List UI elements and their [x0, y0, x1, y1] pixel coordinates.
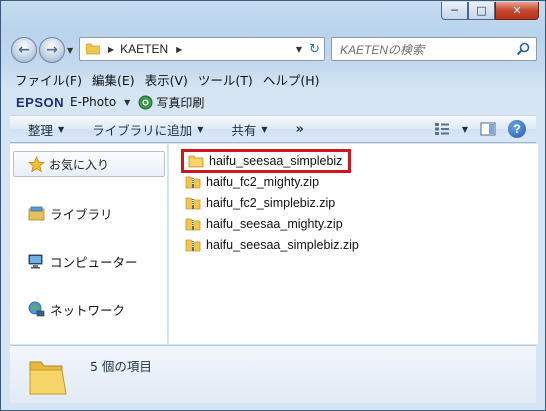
menu-tools[interactable]: ツール(T) [193, 70, 258, 89]
breadcrumb-separator-icon[interactable]: ▶ [176, 45, 182, 54]
file-name: haifu_fc2_simplebiz.zip [206, 196, 336, 210]
zip-folder-icon [185, 176, 201, 189]
computer-icon [28, 254, 43, 269]
folder-icon [29, 361, 67, 395]
zip-folder-icon [185, 197, 201, 210]
view-controls: ▼ ? [434, 120, 526, 138]
library-icon [28, 206, 45, 221]
maximize-button[interactable]: □ [468, 2, 495, 20]
epson-logo: EPSON [16, 94, 65, 110]
zip-folder-icon [185, 218, 201, 231]
help-icon[interactable]: ? [508, 120, 526, 138]
photo-print-icon[interactable] [138, 95, 153, 110]
search-input[interactable]: KAETENの検索 [331, 37, 537, 61]
nav-computer-label: コンピューター [50, 255, 138, 270]
star-icon [28, 155, 45, 172]
organize-label: 整理 [28, 122, 54, 138]
file-name: haifu_seesaa_simplebiz.zip [206, 238, 359, 252]
zip-folder-icon [185, 239, 201, 252]
menu-edit[interactable]: 編集(E) [87, 70, 140, 89]
change-view-icon[interactable] [434, 122, 450, 136]
chevron-down-icon: ▼ [261, 124, 268, 134]
details-pane: 5 個の項目 [10, 345, 536, 403]
chevron-down-icon: ▼ [197, 124, 204, 134]
ephoto-button[interactable]: E-Photo [70, 95, 116, 109]
add-to-library-label: ライブラリに追加 [92, 122, 193, 138]
menu-file[interactable]: ファイル(F) [10, 70, 87, 89]
chevron-down-icon: ▼ [58, 124, 65, 134]
list-item[interactable]: haifu_fc2_mighty.zip [185, 172, 319, 192]
breadcrumb-kaeten[interactable]: KAETEN [120, 42, 168, 56]
folder-icon [188, 155, 204, 168]
breadcrumb-separator-icon[interactable]: ▶ [108, 45, 114, 54]
nav-item-network[interactable]: ネットワーク [28, 300, 125, 319]
navigation-pane: お気に入り ライブラリ コンピューター ネットワーク [10, 144, 168, 344]
caption-buttons: ─ □ ✕ [441, 2, 539, 20]
address-dropdown-icon[interactable]: ▼ [296, 45, 302, 54]
nav-item-favorites[interactable]: お気に入り [13, 151, 165, 177]
list-item[interactable]: haifu_fc2_simplebiz.zip [185, 193, 335, 213]
search-placeholder: KAETENの検索 [340, 42, 425, 57]
view-dropdown-icon[interactable]: ▼ [462, 125, 468, 134]
menu-view[interactable]: 表示(V) [140, 70, 193, 89]
organize-button[interactable]: 整理 ▼ [28, 120, 64, 139]
command-bar: 整理 ▼ ライブラリに追加 ▼ 共有 ▼ » ▼ ? [10, 115, 536, 143]
more-commands-button[interactable]: » [296, 122, 304, 137]
add-to-library-button[interactable]: ライブラリに追加 ▼ [92, 120, 203, 139]
arrow-left-icon: ← [18, 42, 30, 58]
file-list: haifu_seesaa_simplebiz haifu_fc2_mighty.… [169, 144, 538, 344]
photo-print-button[interactable]: 写真印刷 [156, 94, 204, 111]
nav-item-computer[interactable]: コンピューター [28, 252, 138, 271]
back-button[interactable]: ← [11, 37, 37, 63]
menu-help[interactable]: ヘルプ(H) [258, 70, 325, 89]
item-count: 5 個の項目 [90, 359, 152, 374]
address-bar[interactable]: ▶ KAETEN ▶ ▼ ↻ [79, 37, 325, 61]
file-name: haifu_seesaa_simplebiz [209, 154, 343, 168]
recent-pages-dropdown[interactable]: ▼ [67, 46, 73, 55]
list-item[interactable]: haifu_seesaa_mighty.zip [185, 214, 343, 234]
epson-toolbar: EPSON E-Photo ▼ 写真印刷 [10, 92, 536, 112]
file-name: haifu_seesaa_mighty.zip [206, 217, 343, 231]
search-icon[interactable] [516, 42, 530, 56]
preview-pane-icon[interactable] [480, 122, 496, 136]
nav-network-label: ネットワーク [50, 303, 126, 318]
arrow-right-icon: → [46, 42, 58, 58]
nav-favorites-label: お気に入り [49, 157, 110, 172]
close-button[interactable]: ✕ [495, 2, 539, 20]
list-item[interactable]: haifu_seesaa_simplebiz.zip [185, 235, 359, 255]
forward-button[interactable]: → [39, 37, 65, 63]
more-label: » [295, 121, 304, 137]
share-label: 共有 [231, 122, 257, 138]
share-button[interactable]: 共有 ▼ [231, 120, 267, 139]
ephoto-dropdown-icon[interactable]: ▼ [124, 98, 130, 107]
minimize-button[interactable]: ─ [441, 2, 468, 20]
network-icon [28, 301, 45, 317]
explorer-window: ─ □ ✕ ← → ▼ ▶ KAETEN ▶ ▼ ↻ KAETENの検索 ファイ… [0, 0, 546, 411]
nav-libraries-label: ライブラリ [50, 207, 113, 222]
list-item[interactable]: haifu_seesaa_simplebiz [181, 149, 352, 173]
menu-bar: ファイル(F) 編集(E) 表示(V) ツール(T) ヘルプ(H) [10, 68, 536, 90]
refresh-icon[interactable]: ↻ [309, 42, 320, 57]
nav-item-libraries[interactable]: ライブラリ [28, 204, 113, 223]
folder-icon [86, 43, 100, 55]
file-name: haifu_fc2_mighty.zip [206, 175, 320, 189]
